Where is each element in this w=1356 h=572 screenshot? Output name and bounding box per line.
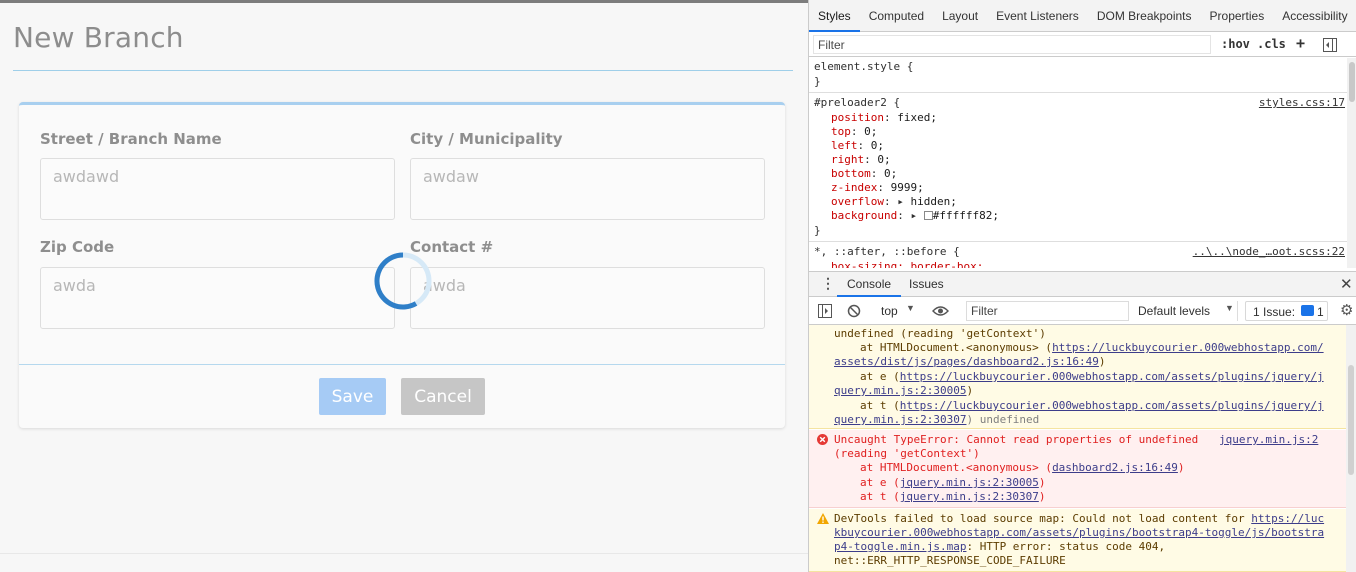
- styles-filter-input[interactable]: [813, 35, 1211, 54]
- drawer-tabbar: ⋮ Console Issues ✕: [809, 271, 1356, 297]
- element-style-selector: element.style {: [814, 60, 914, 73]
- element-style-close: }: [814, 75, 821, 88]
- stack-trace-link[interactable]: https://luckbuycourier.000webhostapp.com…: [900, 370, 1324, 383]
- tab-layout[interactable]: Layout: [933, 0, 987, 32]
- console-warning-message: undefined (reading 'getContext') at HTML…: [809, 325, 1347, 429]
- expand-triangle-icon[interactable]: ▸: [910, 209, 917, 222]
- toolbar-divider: [1237, 301, 1238, 321]
- warning-icon: [817, 513, 829, 524]
- console-toolbar: top ▼ Default levels ▼ 1 Issue: 1 ⚙: [809, 297, 1356, 325]
- zip-input[interactable]: awda: [40, 267, 395, 329]
- tab-properties[interactable]: Properties: [1201, 0, 1274, 32]
- tab-dom-breakpoints[interactable]: DOM Breakpoints: [1088, 0, 1201, 32]
- styles-pane: element.style { } #preloader2 { styles.c…: [809, 58, 1356, 268]
- console-scrollbar[interactable]: [1346, 325, 1356, 572]
- street-input[interactable]: awdawd: [40, 158, 395, 220]
- hov-toggle[interactable]: :hov: [1221, 37, 1250, 51]
- chevron-down-icon: ▼: [1225, 303, 1234, 313]
- city-input[interactable]: awdaw: [410, 158, 765, 220]
- source-map-link[interactable]: kbuycourier.000webhostapp.com/assets/plu…: [834, 526, 1324, 539]
- css-property[interactable]: right: 0;: [831, 153, 891, 166]
- stack-trace-link[interactable]: assets/dist/js/pages/dashboard2.js:16:49: [834, 355, 1099, 368]
- sidebar-toggle-icon[interactable]: [818, 304, 832, 318]
- tab-styles[interactable]: Styles: [809, 0, 860, 32]
- page-title: New Branch: [13, 21, 184, 54]
- city-label: City / Municipality: [410, 130, 563, 148]
- console-warning-message: DevTools failed to load source map: Coul…: [809, 509, 1347, 572]
- error-icon: [817, 434, 828, 445]
- stack-trace-link[interactable]: dashboard2.js:16:49: [1052, 461, 1178, 474]
- source-map-link[interactable]: https://luc: [1251, 512, 1324, 525]
- error-source-link[interactable]: jquery.min.js:2: [1219, 433, 1318, 446]
- css-property[interactable]: top: 0;: [831, 125, 877, 138]
- rule-separator: [809, 92, 1356, 93]
- styles-tabbar: Styles Computed Layout Event Listeners D…: [809, 0, 1356, 32]
- css-property[interactable]: background: ▸ #ffffff82;: [831, 209, 999, 222]
- console-output: undefined (reading 'getContext') at HTML…: [809, 325, 1356, 572]
- cls-toggle[interactable]: .cls: [1257, 37, 1286, 51]
- console-scrollbar-thumb[interactable]: [1348, 365, 1354, 475]
- tab-computed[interactable]: Computed: [860, 0, 933, 32]
- source-map-link[interactable]: p4-toggle.min.js.map: [834, 540, 966, 553]
- title-divider: [13, 70, 793, 71]
- issues-counter-button[interactable]: 1 Issue: 1: [1245, 301, 1328, 321]
- preloader-rule-selector: #preloader2 {: [814, 96, 901, 109]
- sidebar-toggle-icon[interactable]: [1323, 38, 1337, 52]
- css-property[interactable]: overflow: ▸ hidden;: [831, 195, 957, 208]
- log-levels-dropdown[interactable]: Default levels: [1138, 304, 1210, 318]
- issues-label: 1 Issue:: [1253, 305, 1296, 319]
- contact-input[interactable]: awda: [410, 267, 765, 329]
- css-property[interactable]: z-index: 9999;: [831, 181, 924, 194]
- styles-scrollbar-thumb[interactable]: [1349, 62, 1355, 102]
- loading-spinner-icon: [374, 252, 432, 310]
- page-footer-divider: [0, 553, 808, 554]
- form-footer-divider: [19, 364, 785, 365]
- tab-event-listeners[interactable]: Event Listeners: [987, 0, 1088, 32]
- universal-rule-selector: *, ::after, ::before {: [814, 245, 960, 258]
- context-selector[interactable]: top: [881, 304, 898, 318]
- issue-message-icon: [1301, 305, 1314, 316]
- save-button[interactable]: Save: [319, 378, 386, 415]
- stack-trace-link[interactable]: query.min.js:2:30307: [834, 413, 966, 426]
- universal-rule-source-link[interactable]: ..\..\node_…oot.scss:22: [1193, 245, 1345, 258]
- cancel-button[interactable]: Cancel: [401, 378, 485, 415]
- app-page: New Branch Street / Branch Name awdawd C…: [0, 0, 808, 572]
- tab-accessibility[interactable]: Accessibility: [1273, 0, 1356, 32]
- styles-filter-bar: :hov .cls +: [809, 33, 1356, 57]
- zip-label: Zip Code: [40, 238, 115, 256]
- drawer-menu-icon[interactable]: ⋮: [821, 275, 835, 292]
- close-drawer-icon[interactable]: ✕: [1340, 275, 1353, 293]
- issues-count: 1: [1317, 305, 1324, 319]
- eye-icon[interactable]: [932, 305, 949, 317]
- console-filter-input[interactable]: [966, 301, 1129, 321]
- rule-separator: [809, 241, 1356, 242]
- chevron-down-icon: ▼: [906, 303, 915, 313]
- clear-console-icon[interactable]: [847, 304, 861, 318]
- street-label: Street / Branch Name: [40, 130, 222, 148]
- stack-trace-link[interactable]: query.min.js:2:30005: [834, 384, 966, 397]
- tab-console[interactable]: Console: [837, 272, 902, 297]
- gear-icon[interactable]: ⚙: [1340, 301, 1353, 319]
- stack-trace-link[interactable]: https://luckbuycourier.000webhostapp.com…: [900, 399, 1324, 412]
- console-error-message: Uncaught TypeError: Cannot read properti…: [809, 430, 1347, 508]
- color-swatch-icon[interactable]: [923, 211, 933, 220]
- expand-triangle-icon[interactable]: ▸: [897, 195, 904, 208]
- preloader-rule-source-link[interactable]: styles.css:17: [1259, 96, 1345, 109]
- stack-trace-link[interactable]: jquery.min.js:2:30005: [900, 476, 1039, 489]
- css-property[interactable]: bottom: 0;: [831, 167, 897, 180]
- devtools-panel: Styles Computed Layout Event Listeners D…: [808, 0, 1356, 572]
- tab-issues[interactable]: Issues: [899, 272, 954, 297]
- new-rule-plus-icon[interactable]: +: [1296, 34, 1305, 52]
- css-property[interactable]: position: fixed;: [831, 111, 937, 124]
- styles-scrollbar[interactable]: [1347, 58, 1356, 268]
- preloader-rule-close: }: [814, 224, 821, 237]
- css-property[interactable]: left: 0;: [831, 139, 884, 152]
- stack-trace-link[interactable]: https://luckbuycourier.000webhostapp.com…: [1052, 341, 1324, 354]
- stack-trace-link[interactable]: jquery.min.js:2:30307: [900, 490, 1039, 503]
- css-property[interactable]: box-sizing: border-box;: [831, 260, 983, 268]
